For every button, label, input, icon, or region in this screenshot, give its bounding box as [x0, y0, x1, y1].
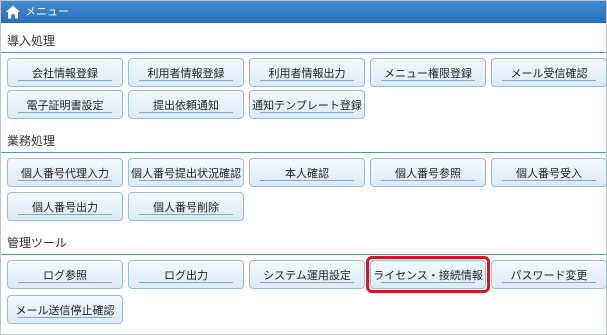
notice-template-register-button[interactable]: 通知テンプレート登録: [249, 90, 365, 119]
mail-send-stop-check-button[interactable]: メール送信停止確認: [7, 295, 123, 324]
section-header-admin-tools: 管理ツール: [1, 231, 606, 255]
log-output-button[interactable]: ログ出力: [128, 260, 244, 289]
digital-certificate-settings-button[interactable]: 電子証明書設定: [7, 90, 123, 119]
password-change-button[interactable]: パスワード変更: [491, 260, 607, 289]
section-header-business: 業務処理: [1, 129, 606, 153]
system-operation-settings-button[interactable]: システム運用設定: [249, 260, 365, 289]
log-view-button[interactable]: ログ参照: [7, 260, 123, 289]
user-info-output-button[interactable]: 利用者情報出力: [249, 58, 365, 87]
license-connection-info-button[interactable]: ライセンス・接続情報: [366, 256, 490, 293]
my-number-accept-button[interactable]: 個人番号受入: [491, 158, 607, 187]
submission-request-notice-button[interactable]: 提出依頼通知: [128, 90, 244, 119]
menu-title: メニュー: [25, 5, 69, 18]
menu-window: メニュー 導入処理 会社情報登録 利用者情報登録 利用者情報出力 メニュー権限登…: [0, 0, 607, 335]
identity-verification-button[interactable]: 本人確認: [249, 158, 365, 187]
my-number-proxy-input-button[interactable]: 個人番号代理入力: [7, 158, 123, 187]
mail-receive-check-button[interactable]: メール受信確認: [491, 58, 607, 87]
my-number-delete-button[interactable]: 個人番号削除: [128, 192, 244, 221]
company-info-register-button[interactable]: 会社情報登録: [7, 58, 123, 87]
my-number-submission-status-button[interactable]: 個人番号提出状況確認: [128, 158, 244, 187]
my-number-view-button[interactable]: 個人番号参照: [370, 158, 486, 187]
menu-titlebar: メニュー: [1, 1, 606, 23]
home-icon[interactable]: [5, 4, 21, 20]
my-number-output-button[interactable]: 個人番号出力: [7, 192, 123, 221]
user-info-register-button[interactable]: 利用者情報登録: [128, 58, 244, 87]
menu-permission-register-button[interactable]: メニュー権限登録: [370, 58, 486, 87]
section-header-setup: 導入処理: [1, 29, 606, 53]
